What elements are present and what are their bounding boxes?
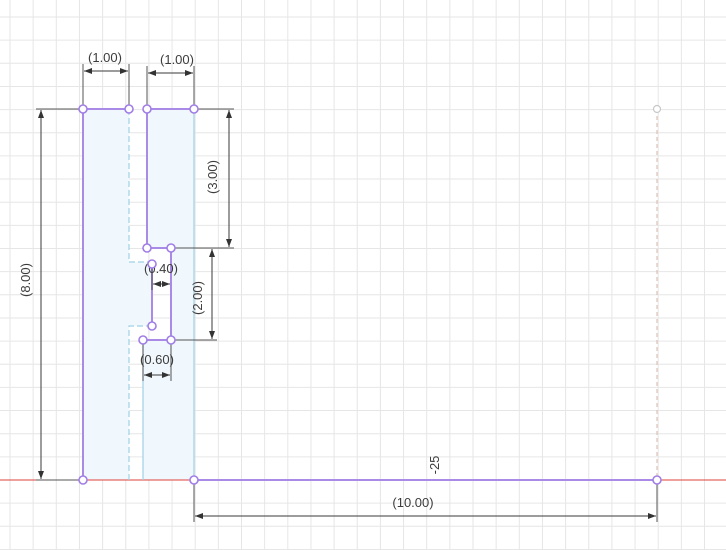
dim-angle-value[interactable]: -25 — [427, 456, 442, 475]
dim-height-total[interactable]: (8.00) — [18, 263, 33, 297]
dim-base-length[interactable]: (10.00) — [392, 495, 433, 510]
dim-height-upper[interactable]: (3.00) — [205, 160, 220, 194]
dim-width-left[interactable]: (1.00) — [88, 50, 122, 65]
profile-fill — [83, 109, 194, 480]
sketch-canvas[interactable]: (1.00) (1.00) (8.00) (3.00) (2.00) (0.40… — [0, 0, 726, 550]
dim-width-right[interactable]: (1.00) — [160, 52, 194, 67]
dim-slot-width-bottom[interactable]: (0.60) — [140, 352, 174, 367]
dim-height-slot[interactable]: (2.00) — [190, 281, 205, 315]
